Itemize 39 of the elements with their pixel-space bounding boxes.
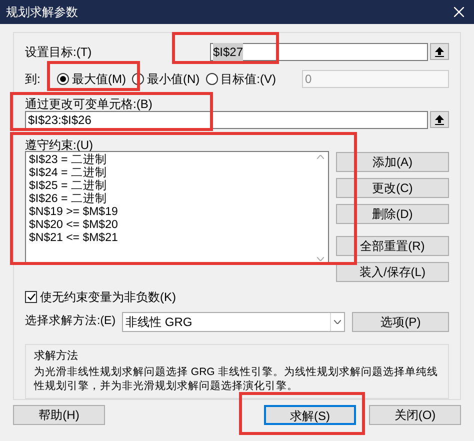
constraint-item[interactable]: $N$21 <= $M$21 — [29, 232, 314, 245]
window-title: 规划求解参数 — [6, 4, 78, 21]
nonnegative-checkbox[interactable]: 使无约束变量为非负数(K) — [25, 290, 176, 304]
collapse-button[interactable] — [430, 43, 449, 60]
radio-option[interactable]: 最大值(M) — [57, 70, 126, 88]
radio-option[interactable]: 目标值:(V) — [206, 70, 276, 88]
field-label: 通过更改可变单元格:(B) — [25, 96, 154, 111]
constraint-item[interactable]: $N$20 <= $M$20 — [29, 218, 314, 232]
changing-cells-field[interactable]: $I$23:$I$26 — [25, 110, 428, 129]
dialog-button[interactable]: 添加(A) — [336, 152, 449, 172]
collapse-button[interactable] — [430, 111, 449, 128]
dialog-button[interactable]: 删除(D) — [336, 204, 449, 224]
constraint-item[interactable]: $I$23 = 二进制 — [29, 154, 314, 167]
checkmark-icon — [26, 292, 36, 301]
dialog-button[interactable]: 全部重置(R) — [336, 236, 449, 256]
constraints-list[interactable]: $I$23 = 二进制 $I$24 = 二进制 $I$25 = 二进制 $I$26 = 二进制 $N$19 >= $M$19 $N$20 <= $M$20 $N$21 <= $M$21 — [25, 150, 329, 265]
group-title: 求解方法 — [34, 348, 79, 364]
constraint-item[interactable]: $I$26 = 二进制 — [29, 192, 314, 206]
dialog-button[interactable]: 关闭(O) — [369, 405, 461, 425]
dialog-button[interactable]: 选项(P) — [352, 312, 449, 332]
radio-option[interactable]: 最小值(N) — [132, 70, 200, 88]
field-label: 设置目标:(T) — [25, 44, 93, 61]
dialog-button[interactable]: 帮助(H) — [13, 405, 105, 425]
upload-arrow-icon — [435, 114, 444, 125]
field-label: 遵守约束:(U) — [25, 136, 93, 151]
constraint-item[interactable]: $I$24 = 二进制 — [29, 166, 314, 180]
objective-field[interactable]: $I$27 — [210, 42, 428, 61]
upload-arrow-icon — [435, 46, 444, 57]
dialog-button[interactable]: 求解(S) — [264, 405, 356, 425]
method-description: 为光滑非线性规划求解问题选择 GRG 非线性引擎。为线性规划求解问题选择单纯线性规划引擎，并为非光滑规划求解问题选择演化引擎。 — [34, 364, 439, 393]
close-icon[interactable] — [454, 7, 464, 17]
constraint-item[interactable]: $I$25 = 二进制 — [29, 180, 314, 193]
method-dropdown[interactable]: 非线性 GRG — [122, 312, 346, 332]
field-label: 到: — [25, 70, 42, 88]
field-label: 选择求解方法:(E) — [25, 313, 117, 330]
constraint-item[interactable]: $N$19 >= $M$19 — [29, 206, 314, 219]
chevron-down-icon — [334, 320, 342, 324]
dialog-button[interactable]: 更改(C) — [336, 178, 449, 198]
dialog-button[interactable]: 装入/保存(L) — [336, 262, 449, 282]
